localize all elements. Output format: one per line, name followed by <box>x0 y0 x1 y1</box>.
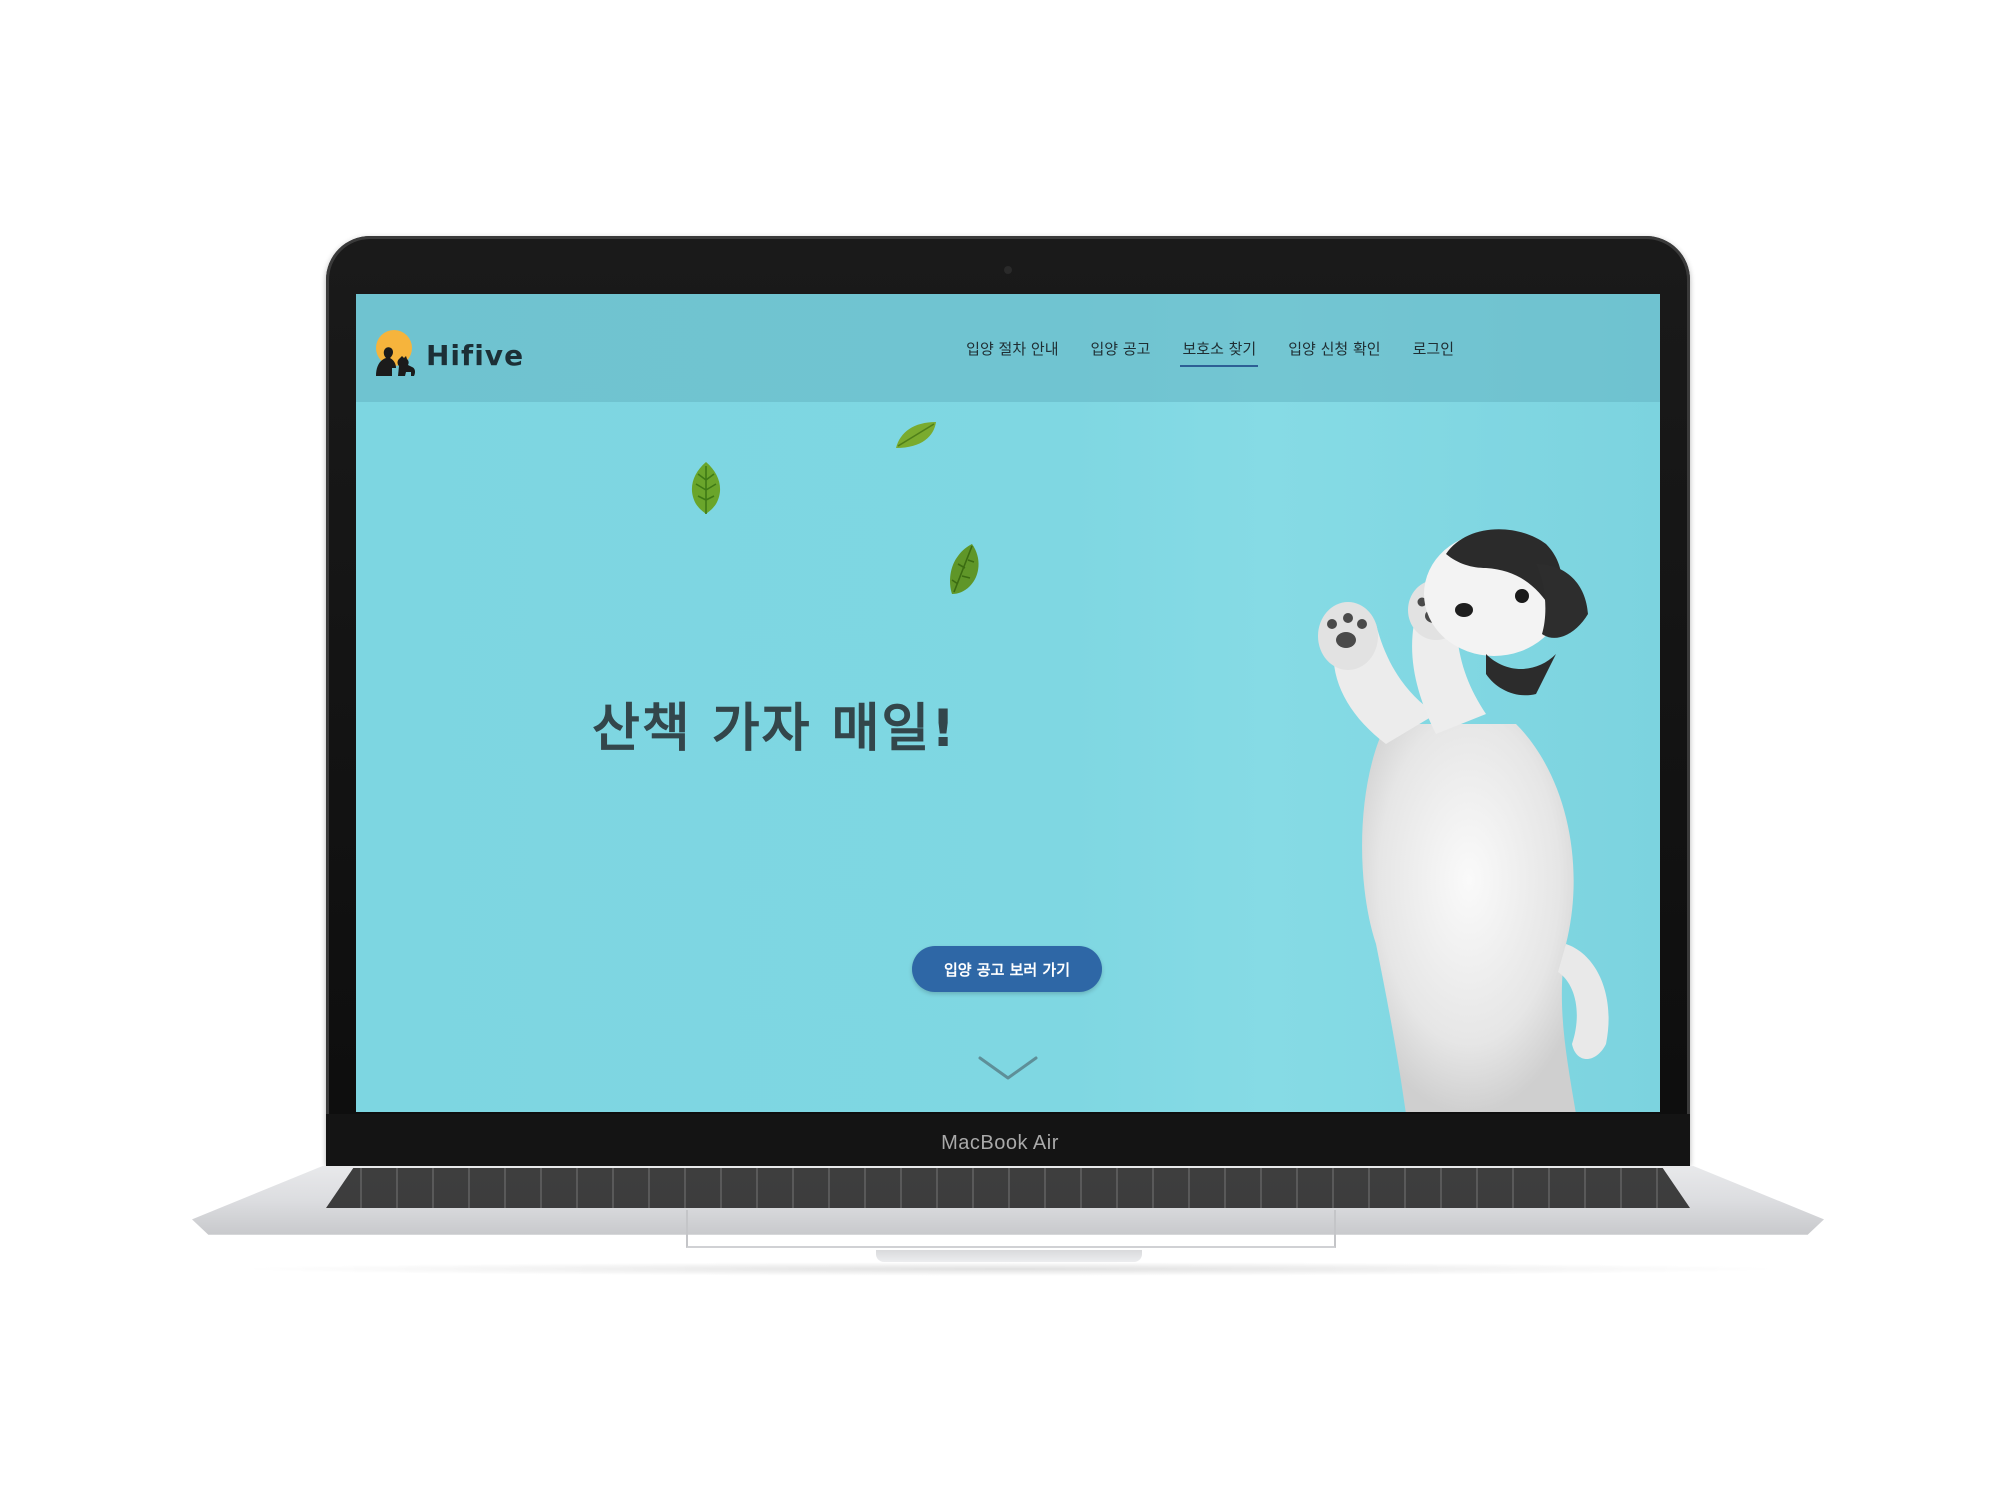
laptop-keyboard <box>326 1168 1690 1208</box>
logo-text: Hifive <box>426 338 525 372</box>
nav-item-adoption-process[interactable]: 입양 절차 안내 <box>950 338 1074 359</box>
leaf-icon <box>691 462 721 514</box>
camera-icon <box>1004 266 1012 274</box>
leaf-icon <box>896 422 936 448</box>
nav-item-adoption-notices[interactable]: 입양 공고 <box>1075 338 1167 359</box>
laptop-notch <box>876 1250 1142 1262</box>
site-logo[interactable]: Hifive <box>368 328 524 382</box>
dog-photo <box>1318 529 1609 1112</box>
laptop-mockup: Hifive 입양 절차 안내 입양 공고 보호소 찾기 입양 신청 확인 로그… <box>0 0 2000 1500</box>
view-adoption-notices-button[interactable]: 입양 공고 보러 가기 <box>912 946 1102 992</box>
leaf-icon <box>950 544 979 594</box>
laptop-trackpad <box>686 1210 1336 1248</box>
site-header: Hifive 입양 절차 안내 입양 공고 보호소 찾기 입양 신청 확인 로그… <box>356 294 1660 402</box>
chevron-down-icon[interactable] <box>976 1052 1040 1084</box>
website-screen: Hifive 입양 절차 안내 입양 공고 보호소 찾기 입양 신청 확인 로그… <box>356 294 1660 1112</box>
laptop-shadow <box>230 1262 1790 1276</box>
main-nav: 입양 절차 안내 입양 공고 보호소 찾기 입양 신청 확인 로그인 <box>950 338 1470 367</box>
nav-item-find-shelter[interactable]: 보호소 찾기 <box>1166 338 1272 367</box>
nav-item-application-status[interactable]: 입양 신청 확인 <box>1272 338 1396 359</box>
hero-title: 산책 가자 매일! <box>592 699 957 759</box>
nav-item-login[interactable]: 로그인 <box>1397 338 1470 359</box>
dog-and-person-silhouette-icon <box>368 328 422 382</box>
device-label: MacBook Air <box>941 1132 1059 1154</box>
